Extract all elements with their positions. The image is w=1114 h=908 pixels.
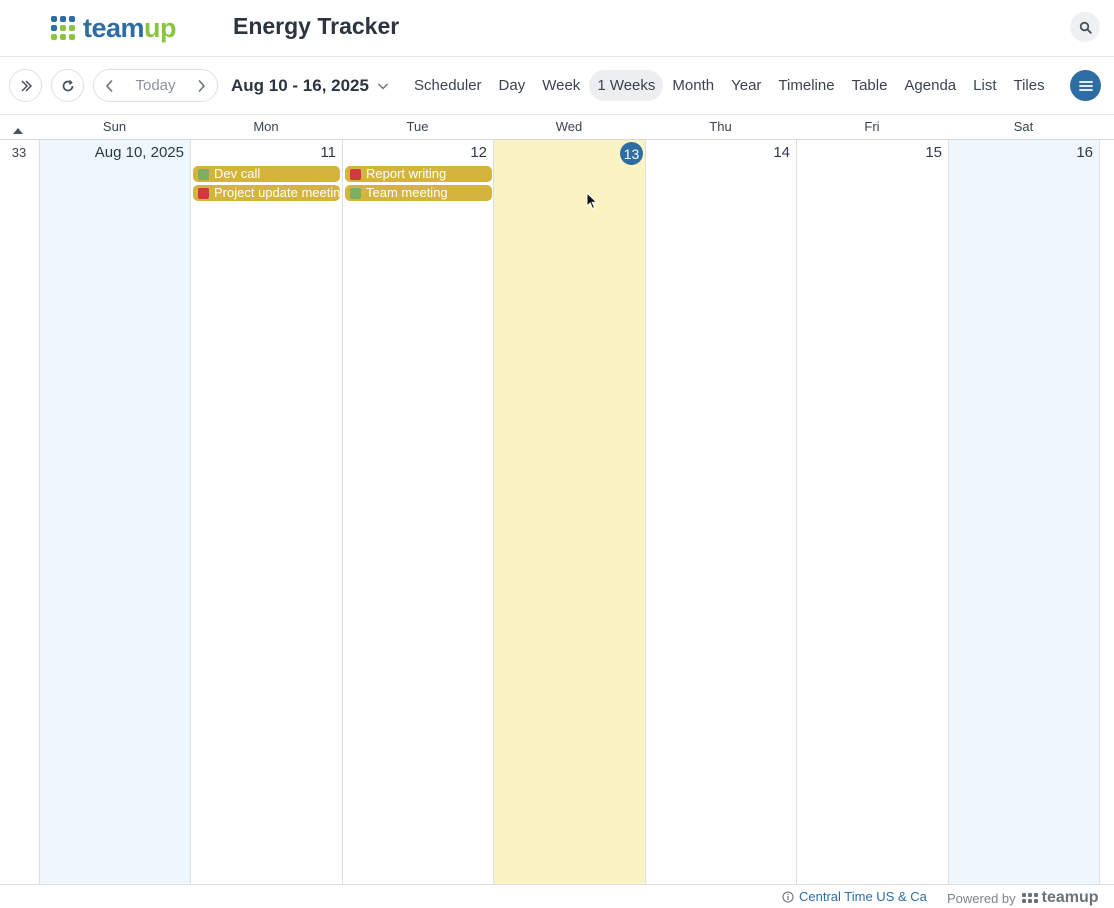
day-name-sun: Sun [102, 119, 127, 134]
day-cell-tue[interactable]: 12 Report writing Team meeting [342, 140, 493, 884]
event-report-writing[interactable]: Report writing [345, 166, 492, 182]
event-title: Dev call [214, 166, 261, 181]
timezone-label: Central Time US & Ca [799, 889, 927, 904]
day-number: Aug 10, 2025 [94, 144, 184, 161]
calendar-color-swatch [350, 187, 361, 199]
week-grid: 33 Aug 10, 2025 11 Dev call Project upda… [0, 140, 1114, 884]
day-cell-fri[interactable]: 15 [796, 140, 948, 884]
grid-right-border [1099, 140, 1100, 884]
view-table[interactable]: Table [844, 70, 896, 101]
double-chevron-right-icon [20, 79, 32, 92]
day-name-thu: Thu [709, 119, 732, 134]
day-cell-mon[interactable]: 11 Dev call Project update meeting [190, 140, 342, 884]
day-number: 12 [470, 144, 487, 161]
day-number: 14 [773, 144, 790, 161]
toolbar: Today Aug 10 - 16, 2025 Scheduler Day We… [0, 57, 1114, 114]
date-navigation: Today [93, 69, 218, 102]
view-month[interactable]: Month [664, 70, 722, 101]
calendar-color-swatch [198, 168, 209, 180]
today-date-badge: 13 [620, 142, 643, 165]
expand-sidebar-button[interactable] [9, 69, 42, 102]
timezone-link[interactable]: Central Time US & Ca [782, 889, 927, 904]
info-icon [782, 890, 794, 903]
chevron-left-icon [105, 79, 113, 92]
search-icon [1079, 21, 1092, 34]
logo-text: teamup [83, 12, 177, 43]
view-list[interactable]: List [965, 70, 1004, 101]
today-button[interactable]: Today [135, 77, 175, 94]
hamburger-menu-icon [1078, 80, 1093, 91]
day-name-mon: Mon [253, 119, 279, 134]
date-range-label: Aug 10 - 16, 2025 [231, 76, 369, 95]
teamup-logo[interactable]: teamup [51, 12, 177, 43]
chevron-right-icon [198, 79, 206, 92]
day-cell-sun[interactable]: Aug 10, 2025 [39, 140, 190, 884]
event-team-meeting[interactable]: Team meeting [345, 185, 492, 201]
day-cell-sat[interactable]: 16 [948, 140, 1099, 884]
event-dev-call[interactable]: Dev call [193, 166, 340, 182]
calendar-title: Energy Tracker [233, 13, 400, 39]
logo-dots-icon [51, 16, 75, 40]
main-menu-button[interactable] [1070, 70, 1101, 101]
day-name-fri: Fri [864, 119, 880, 134]
event-title: Team meeting [366, 185, 448, 200]
event-title: Report writing [366, 166, 447, 181]
date-range-picker[interactable]: Aug 10 - 16, 2025 [231, 76, 389, 96]
view-year[interactable]: Year [723, 70, 769, 101]
day-number: 11 [320, 144, 336, 161]
next-button[interactable] [193, 76, 209, 96]
calendar-color-swatch [350, 168, 361, 180]
day-number: 15 [925, 144, 942, 161]
day-cell-thu[interactable]: 14 [645, 140, 796, 884]
footer-brand: teamup [1041, 889, 1099, 906]
view-switcher: Scheduler Day Week 1 Weeks Month Year Ti… [406, 69, 1054, 102]
day-header-row: Sun Mon Tue Wed Thu Fri Sat [0, 114, 1114, 140]
collapse-button[interactable] [12, 122, 24, 140]
view-tiles[interactable]: Tiles [1005, 70, 1052, 101]
teamup-footer-logo: teamup [1021, 889, 1099, 907]
view-1-weeks[interactable]: 1 Weeks [589, 70, 664, 101]
powered-by[interactable]: Powered by teamup [947, 889, 1099, 907]
chevron-down-icon [377, 83, 388, 90]
event-title: Project update meeting [214, 185, 340, 200]
mouse-pointer-icon [586, 192, 598, 210]
view-scheduler[interactable]: Scheduler [406, 70, 490, 101]
previous-button[interactable] [102, 76, 118, 96]
search-button[interactable] [1070, 12, 1100, 42]
calendar-color-swatch [198, 187, 209, 199]
day-cell-wed-today[interactable]: 13 [493, 140, 645, 884]
refresh-button[interactable] [51, 69, 84, 102]
event-project-update-meeting[interactable]: Project update meeting [193, 185, 340, 201]
powered-by-label: Powered by [947, 890, 1016, 906]
view-day[interactable]: Day [491, 70, 534, 101]
triangle-up-icon [13, 128, 23, 134]
view-agenda[interactable]: Agenda [896, 70, 964, 101]
day-name-wed: Wed [555, 119, 583, 134]
week-number: 33 [11, 145, 27, 160]
app-header: teamup Energy Tracker [0, 0, 1114, 57]
view-timeline[interactable]: Timeline [770, 70, 842, 101]
day-number: 16 [1076, 144, 1093, 161]
logo-dots-icon [1021, 893, 1038, 903]
day-name-sat: Sat [1013, 119, 1034, 134]
footer: Central Time US & Ca Powered by teamup [0, 884, 1114, 908]
day-name-tue: Tue [406, 119, 429, 134]
refresh-icon [62, 79, 73, 91]
view-week[interactable]: Week [534, 70, 588, 101]
